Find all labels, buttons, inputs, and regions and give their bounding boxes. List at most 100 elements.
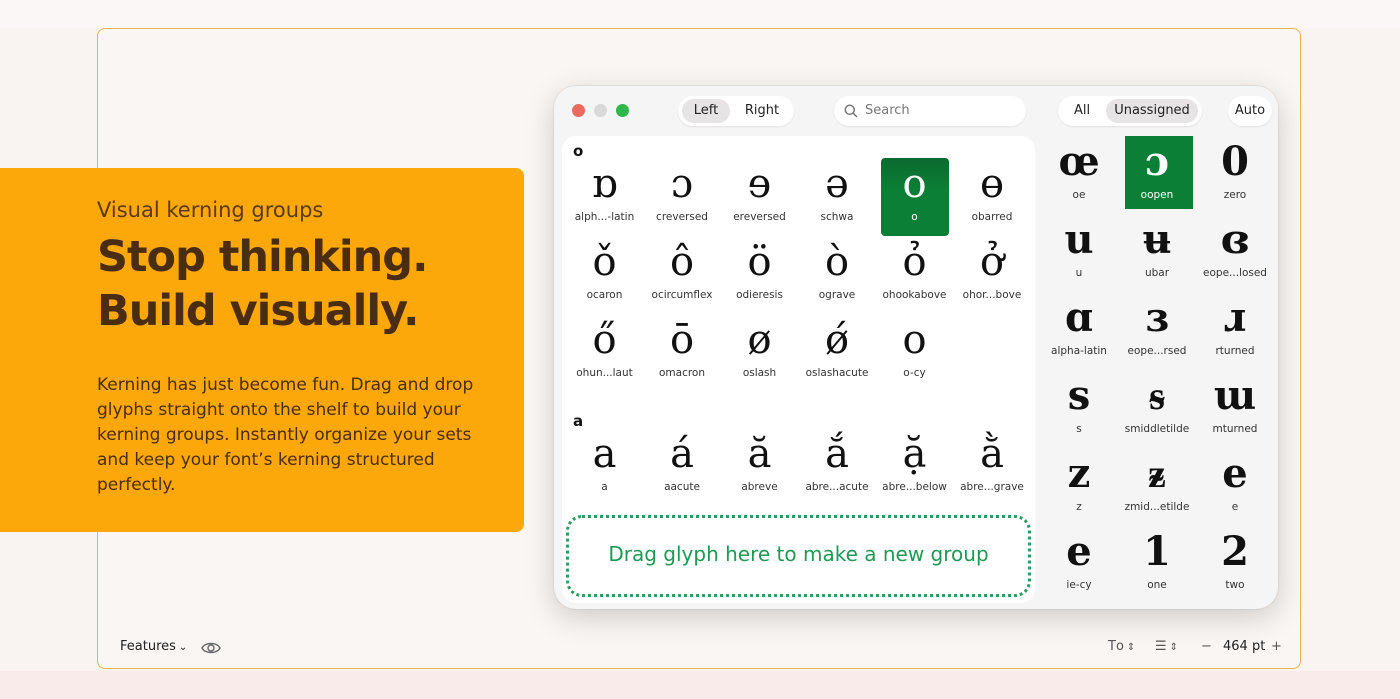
glyph-preview: ō xyxy=(669,317,695,363)
glyph-cell[interactable]: ɒ alph...-latin xyxy=(566,158,643,236)
glyph-cell[interactable]: ɑ alpha-latin xyxy=(1040,292,1118,370)
glyph-cell[interactable]: ő ohun...laut xyxy=(566,314,643,392)
filter-unassigned-button[interactable]: Unassigned xyxy=(1106,99,1198,123)
glyph-cell[interactable]: ʉ ubar xyxy=(1118,214,1196,292)
top-band xyxy=(0,0,1400,28)
glyph-preview: ǒ xyxy=(592,239,617,285)
glyph-name: rturned xyxy=(1215,345,1255,357)
glyph-cell[interactable]: zz xyxy=(1040,448,1118,526)
glyph-cell[interactable]: ō omacron xyxy=(644,314,721,392)
glyph-preview: u xyxy=(1064,216,1094,263)
glyph-cell[interactable]: á aacute xyxy=(644,428,721,506)
filter-segmented-control: All Unassigned xyxy=(1058,96,1202,126)
glyph-preview: e xyxy=(1222,450,1248,497)
glyph-name: o xyxy=(911,211,918,223)
zoom-window-button[interactable] xyxy=(616,104,629,117)
glyph-cell[interactable]: 2 two xyxy=(1196,526,1274,604)
glyph-cell[interactable]: ɔ creversed xyxy=(644,158,721,236)
glyph-cell[interactable]: ǒ ocaron xyxy=(566,236,643,314)
chevron-down-icon: ⌄ xyxy=(178,642,188,653)
glyph-name: ubar xyxy=(1144,267,1170,279)
glyph-cell[interactable]: ɞ eope...losed xyxy=(1196,214,1274,292)
glyph-preview: ɒ xyxy=(591,161,618,207)
glyph-cell[interactable]: ɜ eope...rsed xyxy=(1118,292,1196,370)
glyph-name: oslashacute xyxy=(805,367,869,379)
glyph-name: ohookabove xyxy=(882,289,947,301)
search-field[interactable]: Search xyxy=(834,96,1026,126)
glyph-cell[interactable]: ă abreve xyxy=(721,428,798,506)
glyph-preview: ᵶ xyxy=(1148,450,1166,497)
minimize-window-button[interactable] xyxy=(594,104,607,117)
glyph-cell[interactable]: ee xyxy=(1196,448,1274,526)
eye-icon[interactable] xyxy=(201,640,221,656)
glyph-name: alph...-latin xyxy=(574,211,635,223)
glyph-cell[interactable]: ɯ mturned xyxy=(1196,370,1274,448)
glyph-cell[interactable]: ᵶ zmid...etilde xyxy=(1118,448,1196,526)
glyph-cell[interactable]: е ie-cy xyxy=(1040,526,1118,604)
glyph-name: omacron xyxy=(658,367,706,379)
glyph-cell[interactable]: ặ abre...below xyxy=(876,428,953,506)
glyph-cell[interactable]: ö odieresis xyxy=(721,236,798,314)
glyph-cell[interactable]: ằ abre...grave xyxy=(954,428,1031,506)
glyph-name: eope...losed xyxy=(1203,267,1267,279)
glyph-cell[interactable]: ø oslash xyxy=(721,314,798,392)
close-window-button[interactable] xyxy=(572,104,585,117)
glyph-preview: 0 xyxy=(1221,138,1249,185)
alignment-menu[interactable]: ☰ ⇕ xyxy=(1155,639,1178,654)
glyph-cell[interactable]: ᵴ smiddletilde xyxy=(1118,370,1196,448)
glyph-cell[interactable]: ss xyxy=(1040,370,1118,448)
glyph-cell[interactable]: ắ abre...acute xyxy=(799,428,876,506)
auto-button[interactable]: Auto xyxy=(1228,96,1272,126)
glyph-cell[interactable]: ɹ rturned xyxy=(1196,292,1274,370)
increase-size-button[interactable]: + xyxy=(1271,639,1282,654)
glyph-preview: s xyxy=(1067,372,1091,419)
glyph-preview: ő xyxy=(592,317,617,363)
glyph-cell[interactable]: aa xyxy=(566,428,643,506)
filter-all-button[interactable]: All xyxy=(1062,99,1102,123)
updown-chevron-icon: ⇕ xyxy=(1126,642,1136,653)
plus-icon: + xyxy=(1271,639,1282,654)
glyph-name: two xyxy=(1225,579,1245,591)
new-group-dropzone[interactable]: Drag glyph here to make a new group xyxy=(566,515,1031,597)
glyph-cell[interactable]: ə schwa xyxy=(799,158,876,236)
search-icon xyxy=(844,104,858,118)
glyph-preview: ă xyxy=(747,431,772,477)
glyph-cell[interactable]: 1 one xyxy=(1118,526,1196,604)
glyph-cell[interactable]: ǿ oslashacute xyxy=(799,314,876,392)
glyph-preview: ở xyxy=(979,239,1005,285)
glyph-preview: ɔ xyxy=(1144,138,1170,185)
glyph-preview: ɔ xyxy=(670,161,694,207)
glyph-preview: ø xyxy=(747,317,772,363)
glyph-cell[interactable]: ɔ oopen xyxy=(1118,136,1196,214)
glyph-cell[interactable]: ò ograve xyxy=(799,236,876,314)
glyph-cell[interactable]: о o-cy xyxy=(876,314,953,392)
glyph-cell[interactable]: uu xyxy=(1040,214,1118,292)
left-side-button[interactable]: Left xyxy=(682,99,730,123)
glyph-name: creversed xyxy=(656,211,708,223)
glyph-name: s xyxy=(1076,423,1082,435)
glyph-preview: ʉ xyxy=(1142,216,1172,263)
right-side-button[interactable]: Right xyxy=(734,99,790,123)
unassigned-panel: œ oe ɔ oopen 0 zero u u ʉ ubar ɞ eope...losed ɑ alpha… xyxy=(1044,136,1278,609)
features-menu[interactable]: Features ⌄ xyxy=(120,639,187,654)
glyph-cell[interactable]: œ oe xyxy=(1040,136,1118,214)
glyph-name: a xyxy=(601,481,608,493)
glyph-preview: œ xyxy=(1058,138,1100,185)
glyph-preview: á xyxy=(670,431,694,477)
glyph-cell[interactable]: ỏ ohookabove xyxy=(876,236,953,314)
decrease-size-button[interactable]: − xyxy=(1201,639,1212,654)
glyph-cell[interactable]: ɵ obarred xyxy=(954,158,1031,236)
glyph-cell[interactable]: oo xyxy=(876,158,953,236)
glyph-preview: ǿ xyxy=(824,317,850,363)
promo-title: Stop thinking. Build visually. xyxy=(97,230,497,338)
side-segmented-control: Left Right xyxy=(678,96,794,126)
glyph-name: o-cy xyxy=(903,367,926,379)
glyph-cell[interactable]: ô ocircumflex xyxy=(644,236,721,314)
glyph-preview: ɵ xyxy=(979,161,1005,207)
text-style-menu[interactable]: Tᴏ ⇕ xyxy=(1108,639,1135,654)
glyph-preview: ô xyxy=(669,239,695,285)
glyph-cell[interactable]: 0 zero xyxy=(1196,136,1274,214)
glyph-preview: ắ xyxy=(825,431,849,477)
glyph-cell[interactable]: ở ohor...bove xyxy=(954,236,1031,314)
glyph-cell[interactable]: ɘ ereversed xyxy=(721,158,798,236)
